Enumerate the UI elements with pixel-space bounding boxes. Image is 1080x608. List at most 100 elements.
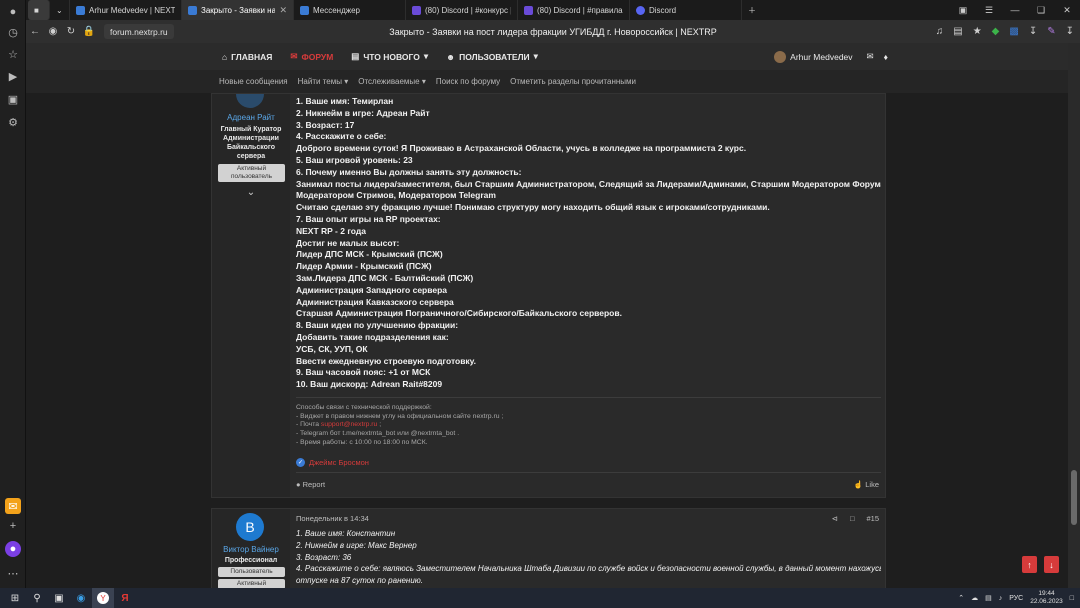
minimize-icon[interactable]: —	[1002, 5, 1028, 15]
network-icon[interactable]: ▤	[985, 594, 992, 602]
nav-users[interactable]: ☻ ПОЛЬЗОВАТЕЛИ ▾	[437, 43, 547, 70]
tab-discord-rules[interactable]: (80) Discord | #правила | P	[518, 0, 630, 20]
scroll-down-button[interactable]: ↓	[1044, 556, 1059, 573]
pen-icon[interactable]: ✎	[1047, 26, 1055, 37]
add-panel-icon[interactable]: +	[5, 518, 21, 534]
post-line: 3. Возраст: 36	[296, 552, 352, 562]
headphones-icon[interactable]: ♫	[936, 26, 944, 37]
task-view-icon[interactable]: ▣	[48, 588, 70, 608]
pip-icon[interactable]: ▤	[953, 26, 962, 37]
subnav-find-threads[interactable]: Найти темы ▾	[293, 77, 354, 86]
subnav-new-posts[interactable]: Новые сообщения	[214, 77, 293, 86]
forum-sub-nav: Новые сообщения Найти темы ▾ Отслеживаем…	[26, 70, 1068, 93]
nav-forum[interactable]: ✉ ФОРУМ	[281, 43, 342, 70]
search-icon[interactable]: ⚲	[26, 588, 48, 608]
adblock-shield-icon[interactable]: ◆	[992, 26, 1000, 37]
tab-title: Discord	[649, 5, 677, 15]
tab-arhur[interactable]: Arhur Medvedev | NEXTRP	[70, 0, 182, 20]
bookmark-star-icon[interactable]: ★	[973, 26, 982, 37]
edge-icon[interactable]: ◉	[70, 588, 92, 608]
download-icon[interactable]: ↧	[1066, 26, 1074, 37]
tab-discord-contest[interactable]: (80) Discord | #конкурс | N	[406, 0, 518, 20]
subnav-mark-read[interactable]: Отметить разделы прочитанными	[505, 77, 641, 86]
post-line: отпуске на 87 суток по ранению.	[296, 576, 424, 586]
home-icon: ⌂	[222, 51, 228, 62]
back-arrow-icon[interactable]: ←	[26, 26, 44, 37]
reactions-bar[interactable]: ✓ Джеймс Бросмон	[296, 458, 369, 467]
reload-icon[interactable]: ↻	[62, 26, 80, 37]
tab-group-button[interactable]: ■	[28, 0, 50, 20]
mail-app-icon[interactable]: ✉	[5, 498, 21, 514]
liked-by-text[interactable]: Джеймс Бросмон	[309, 458, 369, 467]
avatar[interactable]	[236, 94, 264, 108]
bookmark-icon[interactable]: ☆	[5, 46, 21, 62]
tray-cloud-icon[interactable]: ☁	[971, 594, 978, 602]
subnav-find-threads-label: Найти темы	[297, 77, 342, 86]
clock[interactable]: 19:44 22.06.2023	[1030, 590, 1063, 606]
nav-home[interactable]: ⌂ ГЛАВНАЯ	[213, 43, 281, 70]
inbox-icon[interactable]: ✉	[867, 51, 874, 62]
tray-arrow-icon[interactable]: ⌃	[958, 594, 964, 602]
post-number[interactable]: #15	[866, 514, 879, 523]
report-button[interactable]: ● Report	[296, 480, 325, 489]
language-indicator[interactable]: РУС	[1009, 595, 1023, 602]
assistant-icon[interactable]: ●	[5, 541, 21, 557]
tab-discord[interactable]: Discord	[630, 0, 742, 20]
page-scrollbar[interactable]	[1068, 43, 1080, 588]
share-icon[interactable]: ⊲	[832, 514, 838, 523]
caret-down-icon: ▾	[421, 77, 426, 86]
nav-whats-new[interactable]: ▤ ЧТО НОВОГО ▾	[342, 43, 437, 70]
tab-list-chevron-icon[interactable]: ⌄	[50, 0, 70, 20]
chevron-down-icon[interactable]: ⌄	[212, 187, 290, 198]
more-icon[interactable]: ⋯	[5, 565, 21, 581]
profile-icon[interactable]: ●	[5, 4, 21, 20]
system-tray: ⌃ ☁ ▤ ♪ РУС 19:44 22.06.2023 □	[958, 590, 1074, 606]
user-badge: Активный пользователь	[218, 164, 285, 182]
support-email-link[interactable]: support@nextrp.ru	[321, 421, 377, 428]
avatar[interactable]: В	[236, 513, 264, 541]
downloads-icon[interactable]: ↧	[1029, 26, 1037, 37]
url-field[interactable]: forum.nextrp.ru	[104, 24, 174, 39]
restore-icon[interactable]: ❑	[1028, 5, 1054, 16]
post-author-name[interactable]: Виктор Вайнер	[212, 545, 290, 554]
window-controls: ▣ ☰ — ❑ ✕	[950, 0, 1080, 20]
yandex-browser-icon[interactable]: Y	[92, 588, 114, 608]
widget-icon[interactable]: ▣	[5, 91, 21, 107]
close-window-icon[interactable]: ✕	[1054, 5, 1080, 16]
post-line: Доброго времени суток! Я Проживаю в Астр…	[296, 143, 747, 154]
tab-title: Закрыто - Заявки на п...	[201, 5, 276, 15]
scrollbar-thumb[interactable]	[1071, 470, 1077, 525]
pin-icon[interactable]: ▣	[950, 5, 976, 16]
bookmark-icon[interactable]: □	[850, 514, 855, 523]
post-line: Лидер ДПС МСК - Крымский (ПСЖ)	[296, 249, 443, 260]
tab-active[interactable]: Закрыто - Заявки на п... ✕	[182, 0, 294, 20]
yandex-logo-icon: Y	[97, 592, 109, 604]
post-line: Администрация Западного сервера	[296, 284, 448, 295]
yandex-app-icon[interactable]: Я	[114, 588, 136, 608]
history-icon[interactable]: ◷	[5, 24, 21, 40]
play-icon[interactable]: ▶	[5, 68, 21, 84]
scroll-up-button[interactable]: ↑	[1022, 556, 1037, 573]
windows-start-icon[interactable]: ⊞	[4, 588, 26, 608]
extension-icon[interactable]: ▩	[1009, 26, 1018, 37]
notification-icon[interactable]: □	[1070, 595, 1074, 602]
settings-icon[interactable]: ⚙	[5, 114, 21, 130]
like-button[interactable]: ☝ Like	[854, 480, 879, 489]
post-date[interactable]: Понедельник в 14:34	[296, 514, 369, 523]
bell-icon[interactable]: ♦	[884, 52, 888, 62]
volume-icon[interactable]: ♪	[999, 595, 1003, 602]
nav-home-label: ГЛАВНАЯ	[231, 51, 273, 62]
close-tab-icon[interactable]: ✕	[279, 5, 287, 16]
new-tab-button[interactable]: ＋	[742, 0, 766, 20]
tab-messenger[interactable]: Мессенджер	[294, 0, 406, 20]
sidebar-toggle-icon[interactable]: ☰	[976, 5, 1002, 16]
user-menu[interactable]: Arhur Medvedev ✉ ♦	[774, 50, 888, 63]
yandex-protect-icon[interactable]: ◉	[44, 26, 62, 37]
actions-divider	[296, 472, 881, 473]
lock-icon[interactable]: 🔒	[80, 26, 98, 37]
subnav-watched[interactable]: Отслеживаемые ▾	[353, 77, 431, 86]
caret-down-icon: ▾	[423, 51, 429, 61]
post-author-name[interactable]: Адреан Райт	[212, 113, 290, 122]
forum-chat-icon: ✉	[290, 51, 298, 61]
subnav-search-forum[interactable]: Поиск по форуму	[431, 77, 505, 86]
